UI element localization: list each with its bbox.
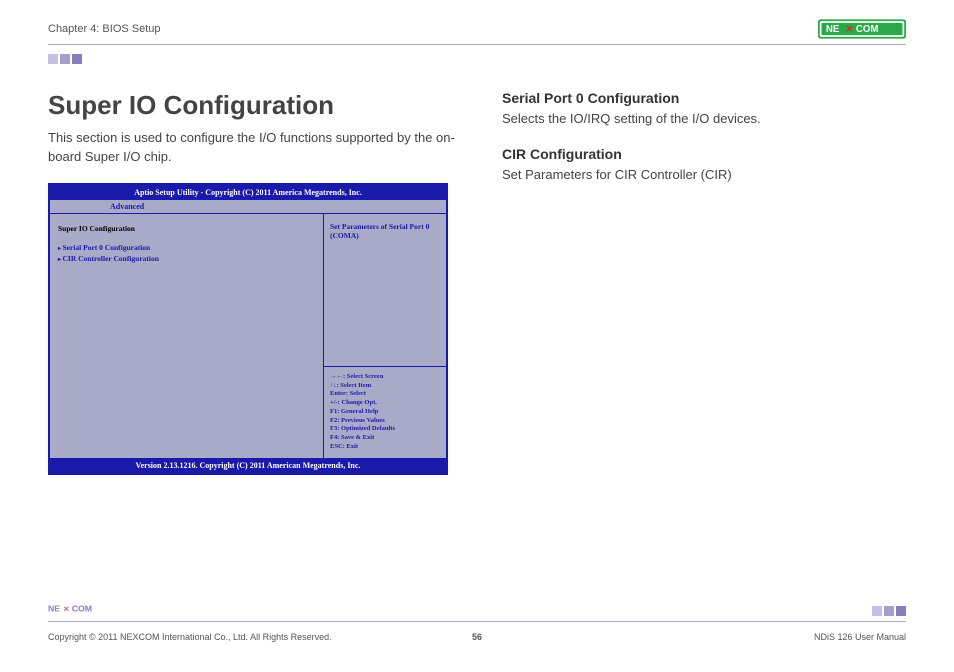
svg-text:COM: COM [856, 24, 879, 35]
bios-key-row: F2: Previous Values [330, 417, 440, 426]
left-column: Super IO Configuration This section is u… [48, 90, 468, 475]
bios-key-row: →←: Select Screen [330, 373, 440, 382]
bios-menu-panel: Super IO Configuration Serial Port 0 Con… [50, 214, 324, 458]
copyright-text: Copyright © 2011 NEXCOM International Co… [48, 632, 332, 642]
bios-key-row: Enter: Select [330, 390, 440, 399]
bios-key-row: ESC: Exit [330, 443, 440, 452]
page-title: Super IO Configuration [48, 90, 468, 121]
bios-key-row: F1: General Help [330, 408, 440, 417]
bios-key-row: +/-: Change Opt. [330, 399, 440, 408]
footer-bar: Copyright © 2011 NEXCOM International Co… [48, 632, 906, 642]
bios-key-row: F3: Optimized Defaults [330, 425, 440, 434]
header-rule [48, 44, 906, 45]
section-heading: Serial Port 0 Configuration [502, 90, 906, 106]
page-number: 56 [472, 632, 482, 642]
bios-key-legend: →←: Select Screen ↑↓: Select Item Enter:… [324, 367, 446, 458]
bios-key-row: F4: Save & Exit [330, 434, 440, 443]
page-header: Chapter 4: BIOS Setup NE ✕ COM [48, 18, 906, 40]
section-body: Set Parameters for CIR Controller (CIR) [502, 166, 906, 184]
right-column: Serial Port 0 Configuration Selects the … [502, 90, 906, 475]
manual-name: NDiS 126 User Manual [814, 632, 906, 642]
bios-body: Super IO Configuration Serial Port 0 Con… [50, 214, 446, 458]
bios-key-row: ↑↓: Select Item [330, 382, 440, 391]
svg-text:COM: COM [72, 603, 92, 613]
svg-text:NE: NE [826, 24, 840, 35]
nexcom-logo-footer: NE ✕ COM [48, 602, 106, 616]
header-squares-icon [48, 54, 82, 64]
bios-section-heading: Super IO Configuration [58, 224, 315, 233]
bios-menu-item: CIR Controller Configuration [58, 254, 315, 263]
bios-help-text: Set Parameters of Serial Port 0 (COMA) [324, 214, 446, 367]
svg-text:✕: ✕ [845, 24, 853, 35]
section-body: Selects the IO/IRQ setting of the I/O de… [502, 110, 906, 128]
svg-text:NE: NE [48, 603, 60, 613]
section-heading: CIR Configuration [502, 146, 906, 162]
intro-text: This section is used to configure the I/… [48, 129, 468, 167]
bios-screenshot: Aptio Setup Utility - Copyright (C) 2011… [48, 183, 448, 475]
bios-menu-item: Serial Port 0 Configuration [58, 243, 315, 252]
footer-squares-icon [872, 606, 906, 616]
footer-rule [48, 621, 906, 622]
bios-footer-bar: Version 2.13.1216. Copyright (C) 2011 Am… [50, 458, 446, 473]
content-area: Super IO Configuration This section is u… [48, 90, 906, 475]
bios-side-panel: Set Parameters of Serial Port 0 (COMA) →… [324, 214, 446, 458]
svg-text:✕: ✕ [63, 604, 69, 613]
chapter-label: Chapter 4: BIOS Setup [48, 23, 161, 35]
bios-tab-advanced: Advanced [50, 200, 446, 214]
nexcom-logo: NE ✕ COM [818, 18, 906, 40]
bios-title-bar: Aptio Setup Utility - Copyright (C) 2011… [50, 185, 446, 200]
